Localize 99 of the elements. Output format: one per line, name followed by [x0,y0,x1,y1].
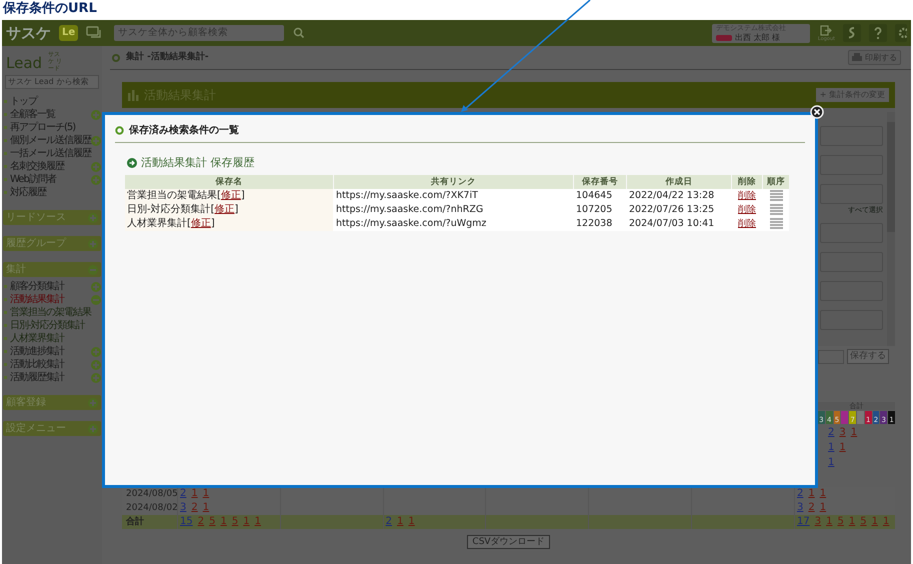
sidebar-item[interactable]: 一括メール送信履歴 [10,147,101,160]
breadcrumb: 集計 -活動結果集計- [126,50,210,64]
table-cell-text: 2022/07/26 13:25 [628,202,716,216]
sidebar-item[interactable]: 日別-対応分類集計 [10,319,101,332]
count-link[interactable]: 1 [848,515,856,528]
section-header[interactable]: 集計 [3,262,101,277]
section-header[interactable]: 履歴グループ [3,236,101,251]
modal-title: 保存済み検索条件の一覧 [129,123,239,138]
count-link[interactable]: 5 [209,515,216,528]
bracket: [ [217,188,221,202]
table-cell-text: https://my.saaske.com/?uWgmz [335,216,488,230]
count-link[interactable]: 1 [808,487,815,500]
logo: サスケ [6,23,51,43]
count-link[interactable]: 1 [191,487,198,500]
saved-name: 日別-対応分類集計 [127,202,211,216]
count-link[interactable]: 1 [828,441,834,454]
count-link[interactable]: 1 [828,456,834,469]
bracket: [ [210,202,215,216]
section-header[interactable]: 顧客登録 [3,395,101,410]
count-link[interactable]: 1 [839,441,846,454]
table-cell-text: https://my.saaske.com/?nhRZG [335,202,484,216]
table-cell-text: https://my.saaske.com/?XK7iT [335,188,479,202]
count-link[interactable]: 1 [850,426,858,439]
count-link[interactable]: 2 [191,501,198,514]
row-label: 合計 [125,515,145,529]
count-link[interactable]: 1 [882,515,890,528]
column-header: 削除 [732,174,762,188]
count-link[interactable]: 1 [872,515,878,528]
section-header[interactable]: 設定メニュー [3,421,101,436]
annotation-title: 保存条件のURL [2,0,98,18]
table-cell-text: 2022/04/22 13:28 [628,188,716,202]
bracket: [ [187,216,191,230]
count-link[interactable]: 5 [232,515,238,528]
count-link[interactable]: 1 [254,515,261,528]
sidebar-item[interactable]: トップ [10,95,101,108]
sidebar-item[interactable]: 活動履歴集計 [10,371,91,384]
column-header: 順序 [763,174,789,188]
count-link[interactable]: 2 [198,515,204,528]
count-link[interactable]: 1 [820,487,826,500]
table-cell-text: 2024/07/03 10:41 [628,216,716,230]
sidebar-item[interactable]: 活動進捗集計 [10,345,91,358]
count-link[interactable]: 3 [180,501,186,514]
edit-link[interactable]: 修正 [220,188,241,202]
section-title: 活動結果集計 保存履歴 [141,155,254,171]
count-link[interactable]: 1 [826,515,832,528]
count-link[interactable]: 5 [860,515,867,528]
section-header[interactable]: リードソース [3,210,101,225]
saved-name: 営業担当の架電結果 [127,188,217,202]
sidebar-item[interactable]: 対応履歴 [10,186,101,199]
count-link[interactable]: 1 [202,501,210,514]
count-link[interactable]: 1 [202,487,210,500]
table-cell-text: 104645 [575,188,614,202]
bracket: ] [240,188,245,202]
count-link[interactable]: 1 [820,501,826,514]
count-link[interactable]: 2 [180,487,186,500]
count-link[interactable]: 3 [814,515,822,528]
sidebar-item[interactable]: 再アプローチ(5) [10,121,101,134]
count-link[interactable]: 3 [839,426,846,439]
sidebar-item[interactable]: 活動比較集計 [10,358,91,371]
app-badge[interactable]: Le [59,25,78,41]
column-header: 作成日 [627,174,731,188]
lead-logo: Lead [6,54,42,72]
table-cell-text: 122038 [575,216,614,230]
count-link[interactable]: 2 [386,515,392,528]
count-link[interactable]: 1 [243,515,250,528]
count-link[interactable]: 1 [408,515,415,528]
sidebar-item[interactable]: Web訪問者 [10,173,91,186]
count-link[interactable]: 2 [796,487,804,500]
edit-link[interactable]: 修正 [190,216,211,230]
sidebar-item[interactable]: 人材業界集計 [10,332,101,345]
bracket: ] [234,202,238,216]
sidebar-item[interactable]: 営業担当の架電結果 [10,306,101,319]
column-header: 共有リンク [334,174,573,188]
count-link[interactable]: 1 [220,515,227,528]
row-label: 2024/08/05 [125,488,177,501]
bracket: ] [210,216,215,230]
saved-name: 人材業界集計 [127,216,187,230]
edit-link[interactable]: 修正 [214,202,235,216]
count-link[interactable]: 15 [180,515,193,528]
sidebar-item[interactable]: 活動結果集計 [10,293,91,306]
sidebar-item[interactable]: 個別メール送信履歴 [10,134,91,147]
count-link[interactable]: 2 [808,501,815,514]
count-link[interactable]: 3 [796,501,804,514]
column-header: 保存番号 [574,174,626,188]
delete-link[interactable]: 削除 [738,202,756,216]
csv-download-button[interactable]: CSVダウンロード [467,535,550,549]
count-link[interactable]: 2 [828,426,834,439]
table-cell-text: 107205 [575,202,614,216]
sidebar-item[interactable]: 名刺交換履歴 [10,160,91,173]
count-link[interactable]: 1 [397,515,404,528]
sidebar-item[interactable]: 全顧客一覧 [10,108,91,121]
count-link[interactable]: 5 [837,515,844,528]
delete-link[interactable]: 削除 [738,216,756,230]
delete-link[interactable]: 削除 [738,188,756,202]
count-link[interactable]: 17 [796,515,810,528]
user-name: 出西 太郎 様 [734,32,780,42]
sidebar-item[interactable]: 顧客分類集計 [10,280,91,293]
row-label: 2024/08/02 [125,502,177,515]
column-header: 保存名 [125,174,333,188]
